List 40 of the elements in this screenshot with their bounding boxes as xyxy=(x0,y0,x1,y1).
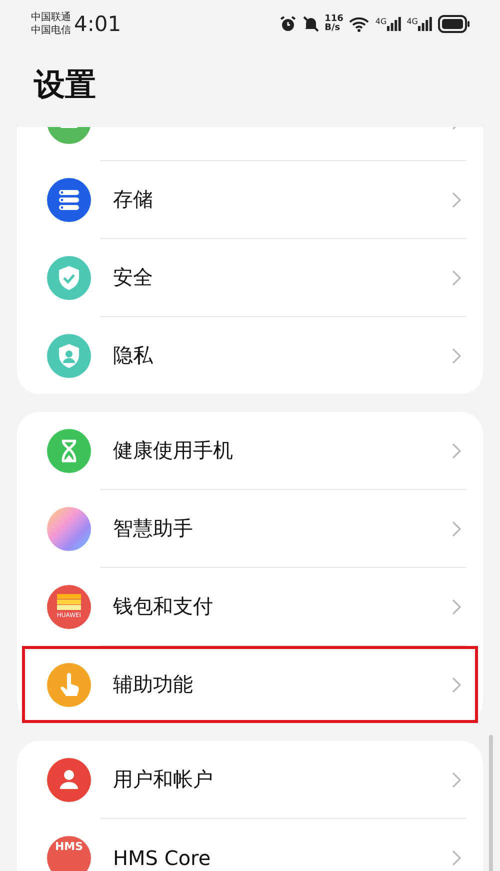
battery-icon xyxy=(438,15,470,33)
chevron-icon xyxy=(452,676,461,692)
signal-icon xyxy=(386,17,401,31)
carrier-name: 中国电信 xyxy=(31,24,71,37)
chevron-icon xyxy=(452,598,461,614)
settings-item[interactable]: 隐私 xyxy=(22,317,478,394)
settings-item[interactable]: 存储 xyxy=(22,161,478,238)
scrollbar[interactable] xyxy=(489,735,493,871)
hourglass-icon xyxy=(47,428,91,472)
chevron-icon xyxy=(452,520,461,536)
settings-item[interactable]: 辅助功能 xyxy=(22,646,478,723)
wifi-icon xyxy=(349,16,370,32)
settings-item[interactable]: 智慧助手 xyxy=(22,490,478,567)
page-title: 设置 xyxy=(34,66,96,104)
chevron-icon xyxy=(452,348,461,364)
settings-item[interactable]: 用户和帐户 xyxy=(22,741,478,818)
chevron-icon xyxy=(452,772,461,788)
assistant-orb-icon xyxy=(47,506,91,550)
chevron-icon xyxy=(452,192,461,208)
user-icon xyxy=(47,758,91,802)
settings-item[interactable]: 安全 xyxy=(22,239,478,316)
carrier-name: 中国联通 xyxy=(31,11,71,24)
network-speed: 116 xyxy=(324,15,344,24)
clock-time: 4:01 xyxy=(74,12,122,36)
storage-icon xyxy=(47,178,91,222)
chevron-icon xyxy=(452,850,461,866)
shield-check-icon xyxy=(47,256,91,300)
network-type: 4G xyxy=(375,17,387,26)
muted-bell-icon xyxy=(302,15,319,33)
privacy-shield-icon xyxy=(47,334,91,378)
hand-tap-icon xyxy=(47,662,91,706)
settings-item[interactable]: HMS HMS Core xyxy=(22,819,478,871)
network-type: 4G xyxy=(406,17,418,26)
chevron-icon xyxy=(452,270,461,286)
settings-item[interactable]: 健康使用手机 xyxy=(22,412,478,489)
chevron-icon xyxy=(452,442,461,458)
speed-unit: B/s xyxy=(324,24,342,33)
app-logo-icon: HMS xyxy=(47,836,91,871)
signal-icon xyxy=(418,17,432,31)
alarm-icon xyxy=(278,15,297,33)
